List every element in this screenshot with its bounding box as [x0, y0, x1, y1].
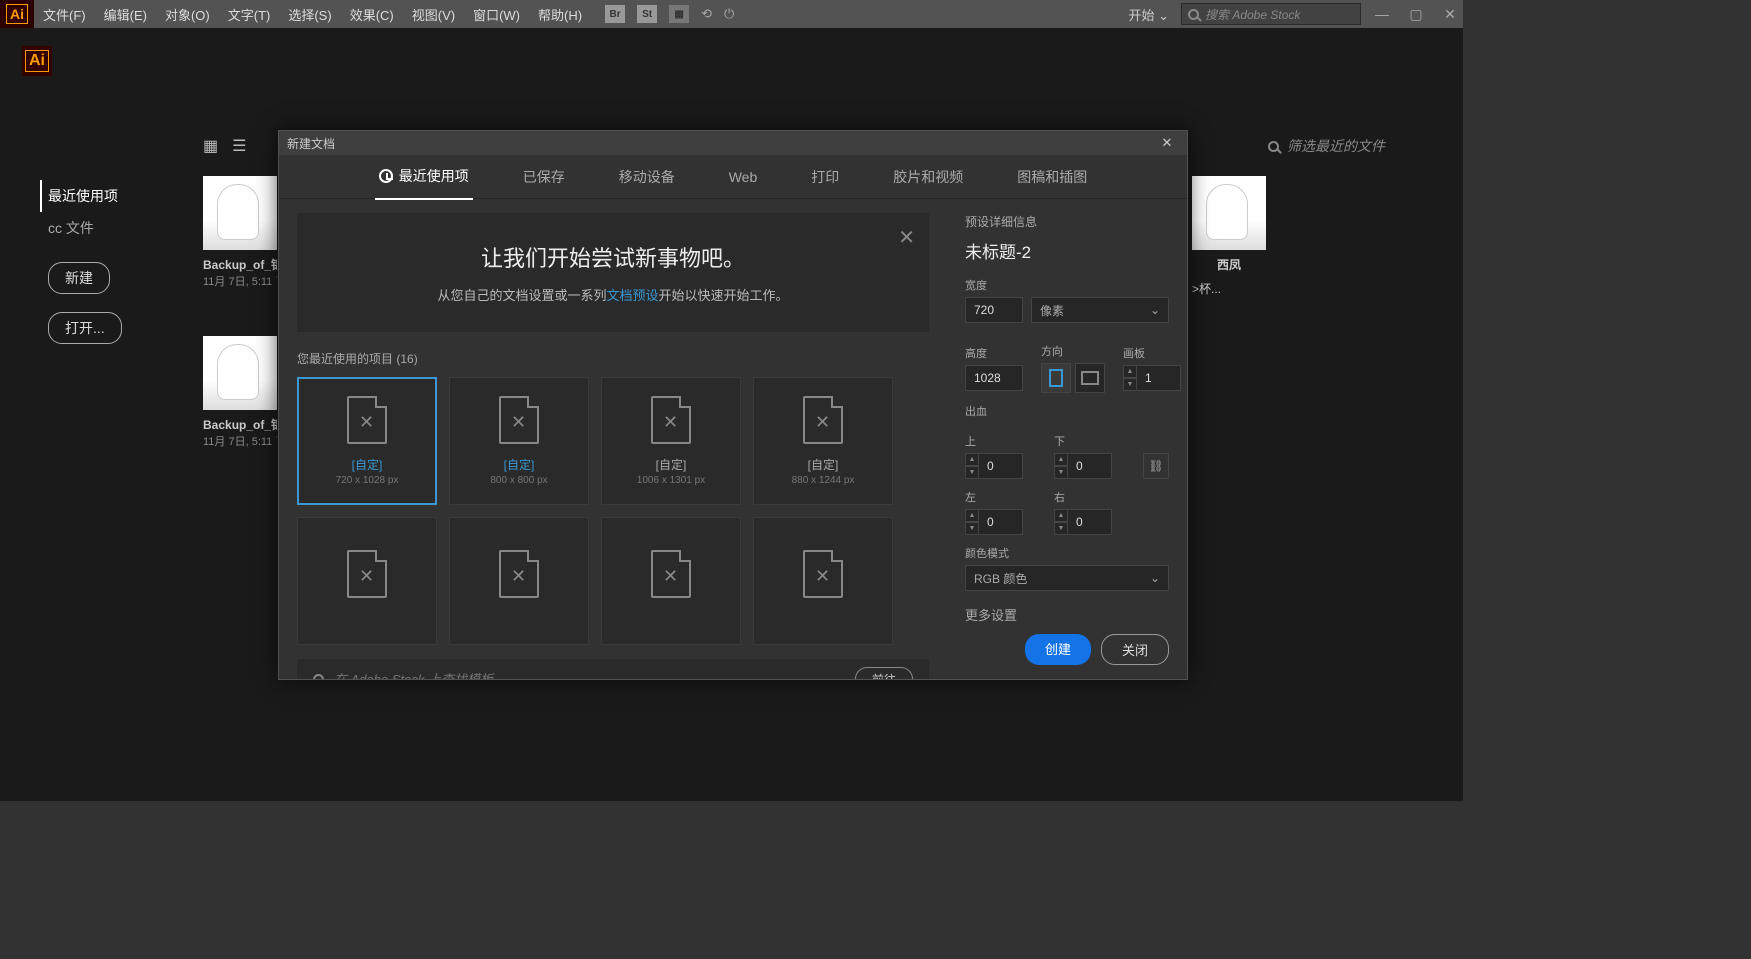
st-icon[interactable]: St [637, 5, 657, 23]
colormode-dropdown[interactable]: RGB 颜色⌄ [965, 565, 1169, 591]
nav-recent[interactable]: 最近使用项 [40, 180, 168, 212]
dialog-close-button[interactable]: ✕ [1155, 135, 1179, 151]
recent-thumb[interactable]: 西凤 [1192, 176, 1266, 273]
stock-template-search[interactable] [334, 672, 845, 679]
preset-card[interactable] [449, 517, 589, 645]
unit-dropdown[interactable]: 像素⌄ [1031, 297, 1169, 323]
dialog-tab[interactable]: 图稿和插图 [1013, 155, 1091, 199]
preset-card[interactable] [753, 517, 893, 645]
document-icon [347, 550, 387, 598]
hero-banner: ✕ 让我们开始尝试新事物吧。 从您自己的文档设置或一系列文档预设开始以快速开始工… [297, 213, 929, 332]
menu-item[interactable]: 帮助(H) [529, 5, 591, 24]
menu-item[interactable]: 选择(S) [279, 5, 340, 24]
hero-text: 从您自己的文档设置或一系列文档预设开始以快速开始工作。 [327, 285, 899, 304]
orientation-landscape[interactable] [1075, 363, 1105, 393]
artboard-stepper[interactable]: ▲▼ [1123, 365, 1181, 391]
document-icon [651, 550, 691, 598]
grid-icon[interactable]: ▦ [669, 5, 689, 23]
menubar: Ai 文件(F)编辑(E)对象(O)文字(T)选择(S)效果(C)视图(V)窗口… [0, 0, 1463, 28]
preset-link[interactable]: 文档预设 [606, 288, 658, 303]
height-input[interactable] [965, 365, 1023, 391]
go-button[interactable]: 前往 [855, 667, 913, 679]
sync-icon[interactable]: ⟲ [701, 6, 712, 22]
minimize-button[interactable]: — [1369, 6, 1395, 22]
preset-detail-header: 预设详细信息 [965, 213, 1169, 230]
preset-card[interactable]: [自定]880 x 1244 px [753, 377, 893, 505]
bleed-bottom[interactable]: ▲▼ [1054, 453, 1135, 479]
preset-card[interactable] [297, 517, 437, 645]
menu-item[interactable]: 对象(O) [156, 5, 219, 24]
width-input[interactable] [965, 297, 1023, 323]
menu-item[interactable]: 视图(V) [403, 5, 464, 24]
new-button[interactable]: 新建 [48, 262, 110, 294]
menu-item[interactable]: 文件(F) [34, 5, 95, 24]
link-icon[interactable]: ⛓ [1143, 453, 1169, 479]
new-document-dialog: 新建文档 ✕ 最近使用项 已保存 移动设备 Web 打印 胶片和视频 图稿和插图 ✕ 让我们… [278, 130, 1188, 680]
document-icon [803, 396, 843, 444]
document-icon [499, 396, 539, 444]
clock-icon [379, 169, 393, 183]
recent-thumb[interactable]: Backup_of_锦 11月 7日, 5:11 下 [203, 176, 277, 289]
search-icon [1188, 9, 1199, 20]
more-settings[interactable]: 更多设置 [965, 605, 1169, 624]
preset-card[interactable]: [自定]720 x 1028 px [297, 377, 437, 505]
app-logo: Ai [22, 46, 52, 76]
open-button[interactable]: 打开... [48, 312, 122, 344]
orientation-portrait[interactable] [1041, 363, 1071, 393]
create-button[interactable]: 创建 [1025, 634, 1091, 665]
hero-close-button[interactable]: ✕ [898, 225, 915, 250]
menu-item[interactable]: 文字(T) [219, 5, 280, 24]
bleed-top[interactable]: ▲▼ [965, 453, 1046, 479]
document-icon [499, 550, 539, 598]
recent-presets-label: 您最近使用的项目 (16) [297, 350, 929, 367]
dialog-titlebar: 新建文档 ✕ [279, 131, 1187, 155]
bleed-left[interactable]: ▲▼ [965, 509, 1046, 535]
preset-card[interactable]: [自定]800 x 800 px [449, 377, 589, 505]
dialog-tabs: 最近使用项 已保存 移动设备 Web 打印 胶片和视频 图稿和插图 [279, 155, 1187, 199]
document-icon [651, 396, 691, 444]
document-icon [803, 550, 843, 598]
filter-recent[interactable]: 筛选最近的文件 [1268, 136, 1385, 156]
power-icon[interactable]: ⏻ [724, 6, 734, 22]
search-icon [313, 674, 324, 679]
dialog-tab[interactable]: 移动设备 [615, 155, 679, 199]
br-icon[interactable]: Br [605, 5, 625, 23]
dialog-tab[interactable]: 胶片和视频 [889, 155, 967, 199]
nav-cc-files[interactable]: cc 文件 [48, 212, 168, 244]
close-dialog-button[interactable]: 关闭 [1101, 634, 1169, 665]
menu-item[interactable]: 效果(C) [341, 5, 403, 24]
dialog-tab[interactable]: 打印 [807, 155, 843, 199]
recent-thumb[interactable]: Backup_of_锦 11月 7日, 5:11 下 [203, 336, 277, 449]
maximize-button[interactable]: ▢ [1403, 6, 1429, 23]
dialog-tab[interactable]: 最近使用项 [375, 154, 473, 200]
dialog-tab[interactable]: 已保存 [519, 155, 569, 199]
list-view-icon[interactable]: ☰ [232, 136, 246, 156]
start-dropdown[interactable]: 开始 ⌄ [1124, 5, 1173, 24]
app-logo-small: Ai [0, 0, 34, 28]
stock-search[interactable]: 搜索 Adobe Stock [1181, 3, 1361, 25]
preset-card[interactable]: [自定]1006 x 1301 px [601, 377, 741, 505]
recent-thumb-label: >杯... [1192, 280, 1221, 297]
document-icon [347, 396, 387, 444]
hero-title: 让我们开始尝试新事物吧。 [327, 241, 899, 273]
dialog-tab[interactable]: Web [725, 157, 762, 197]
document-name[interactable]: 未标题-2 [965, 238, 1169, 263]
close-button[interactable]: ✕ [1437, 6, 1463, 23]
search-icon [1268, 141, 1279, 152]
menu-item[interactable]: 编辑(E) [95, 5, 156, 24]
menu-item[interactable]: 窗口(W) [464, 5, 529, 24]
preset-card[interactable] [601, 517, 741, 645]
bleed-right[interactable]: ▲▼ [1054, 509, 1135, 535]
grid-view-icon[interactable]: ▦ [203, 136, 218, 156]
